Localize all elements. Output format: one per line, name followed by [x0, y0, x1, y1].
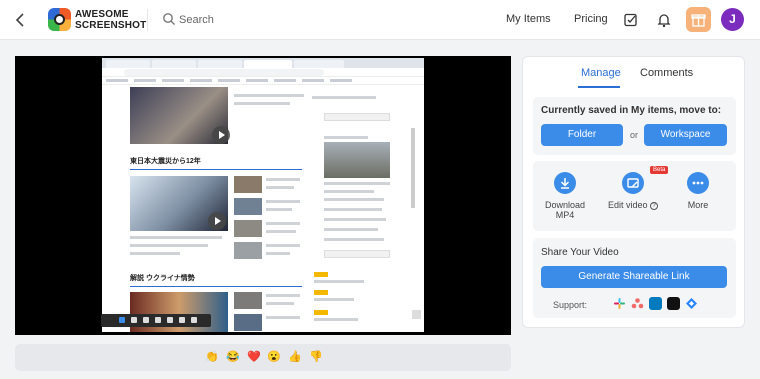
toolbar-tool[interactable]	[191, 317, 197, 323]
actions-card: Download MP4 Beta Edit video ? More	[533, 161, 736, 231]
download-mp4-action[interactable]: Download MP4	[535, 172, 595, 220]
move-card-title: Currently saved in My items, move to:	[541, 105, 722, 116]
brand-line-2: SCREENSHOT	[75, 20, 147, 31]
section-underline-2	[130, 286, 302, 287]
scroll-down-button[interactable]	[412, 310, 421, 319]
tag-3	[314, 310, 328, 315]
app-brand[interactable]: AWESOME SCREENSHOT	[75, 9, 146, 31]
play-icon	[208, 212, 226, 230]
bell-icon[interactable]	[656, 12, 672, 28]
folder-button[interactable]: Folder	[541, 124, 623, 146]
toolbar-tool[interactable]	[155, 317, 161, 323]
share-card: Share Your Video Generate Shareable Link…	[533, 238, 736, 318]
section-heading-2: 解説 ウクライナ情勢	[130, 275, 195, 282]
download-icon	[560, 178, 570, 189]
tag-2	[314, 290, 328, 295]
pricing-link[interactable]: Pricing	[574, 13, 608, 25]
toolbar-tool[interactable]	[119, 317, 125, 323]
reactions-bar: 👏 😂 ❤️ 😮 👍 👎	[15, 344, 511, 371]
tab-comments[interactable]: Comments	[640, 67, 693, 79]
download-mp4-label: Download MP4	[544, 200, 586, 220]
ranking-image	[324, 142, 390, 178]
section-underline	[130, 169, 302, 170]
edit-video-action[interactable]: Beta Edit video ?	[603, 166, 669, 210]
my-items-link[interactable]: My Items	[506, 13, 551, 25]
scrollbar	[411, 128, 415, 208]
share-card-title: Share Your Video	[541, 247, 619, 258]
top-header: AWESOME SCREENSHOT My Items Pricing J	[0, 0, 760, 40]
reaction-thumbs-up[interactable]: 👍	[288, 351, 302, 364]
sidebar-block-2	[324, 250, 390, 258]
video-frame: 東日本大震災から12年 解説 ウクライナ情勢	[102, 58, 424, 332]
reaction-clap[interactable]: 👏	[205, 351, 219, 364]
or-label: or	[630, 130, 639, 140]
brand-line-1: AWESOME	[75, 9, 129, 20]
slack-icon[interactable]	[613, 297, 626, 310]
sidebar-block	[324, 113, 390, 121]
edit-video-text: Edit video	[607, 200, 648, 210]
more-action[interactable]: More	[668, 172, 728, 210]
search-input[interactable]	[179, 10, 379, 30]
toolbar-tool[interactable]	[179, 317, 185, 323]
github-icon[interactable]	[667, 297, 680, 310]
app-logo[interactable]	[48, 8, 71, 31]
generate-link-button[interactable]: Generate Shareable Link	[541, 266, 727, 288]
toolbar-tool[interactable]	[167, 317, 173, 323]
video-player[interactable]: 東日本大震災から12年 解説 ウクライナ情勢	[15, 56, 511, 335]
capture-toolbar[interactable]	[101, 314, 211, 327]
jira-icon[interactable]	[685, 297, 698, 310]
asana-icon[interactable]	[631, 297, 644, 310]
beta-badge: Beta	[650, 166, 669, 174]
active-tab-indicator	[578, 86, 620, 88]
checklist-icon[interactable]	[623, 12, 639, 28]
move-card: Currently saved in My items, move to: Fo…	[533, 97, 736, 155]
toolbar-tool[interactable]	[131, 317, 137, 323]
edit-video-icon	[627, 178, 639, 188]
edit-video-label: Edit video ?	[603, 200, 663, 210]
captured-address-bar	[102, 68, 424, 77]
gift-icon	[691, 14, 706, 27]
header-divider	[147, 9, 148, 31]
tag	[314, 272, 328, 277]
back-arrow-icon[interactable]	[12, 11, 30, 29]
user-avatar[interactable]: J	[721, 8, 744, 31]
reaction-wow[interactable]: 😮	[267, 351, 281, 364]
captured-browser-tabs	[102, 58, 424, 68]
support-label: Support:	[553, 300, 588, 310]
captured-bookmarks	[102, 77, 424, 85]
more-icon	[692, 181, 704, 185]
reaction-heart[interactable]: ❤️	[247, 351, 261, 364]
side-panel: Manage Comments Currently saved in My it…	[522, 56, 745, 328]
play-icon	[212, 126, 230, 144]
more-label: More	[687, 200, 709, 210]
reaction-thumbs-down[interactable]: 👎	[309, 351, 323, 364]
reaction-laugh[interactable]: 😂	[226, 351, 240, 364]
trello-icon[interactable]	[649, 297, 662, 310]
tab-manage[interactable]: Manage	[581, 67, 621, 79]
help-icon[interactable]: ?	[650, 201, 659, 210]
gift-button[interactable]	[686, 7, 711, 32]
toolbar-tool[interactable]	[143, 317, 149, 323]
workspace-button[interactable]: Workspace	[644, 124, 727, 146]
search-icon	[163, 13, 175, 25]
section-heading-1: 東日本大震災から12年	[130, 158, 201, 165]
